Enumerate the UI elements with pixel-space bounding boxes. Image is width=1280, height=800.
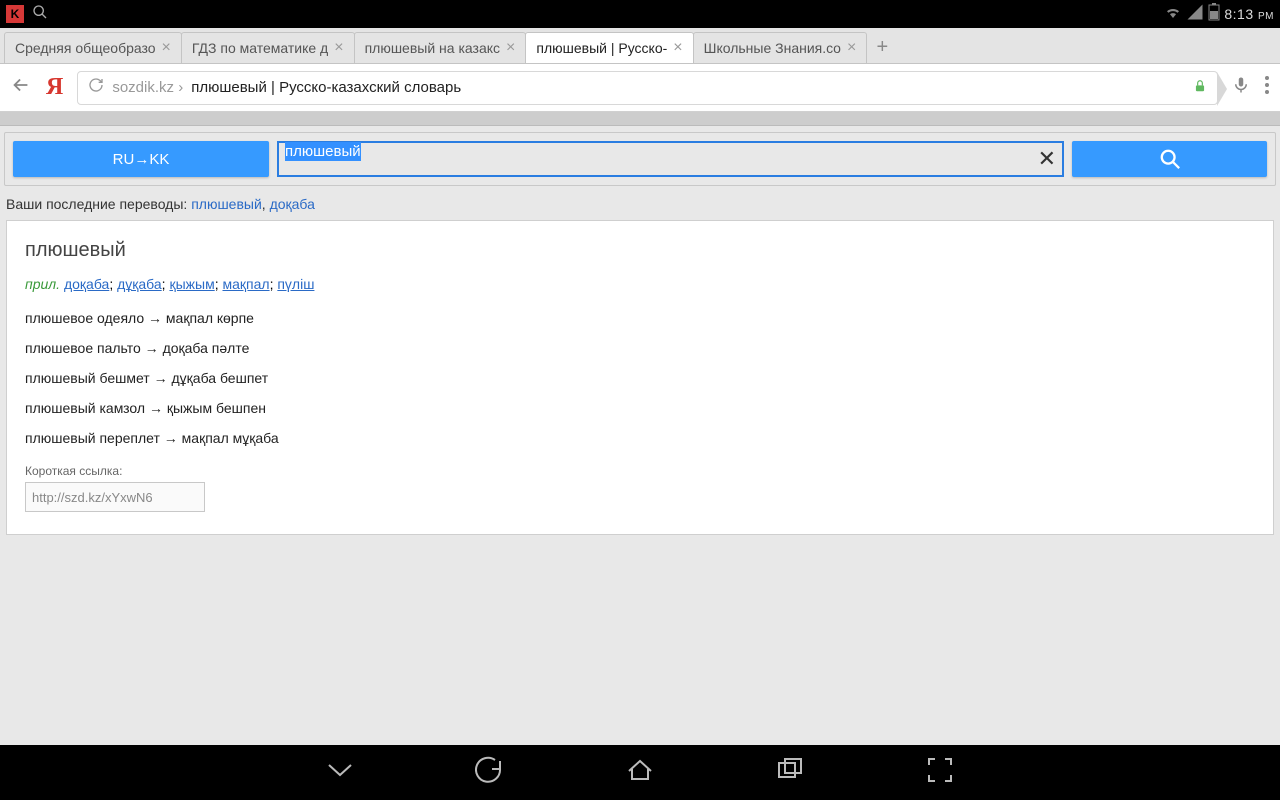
shortlink-label: Короткая ссылка: bbox=[25, 464, 1255, 478]
recent-link[interactable]: плюшевый bbox=[191, 196, 262, 212]
browser-tab[interactable]: ГДЗ по математике д × bbox=[181, 32, 355, 63]
examples-list: плюшевое одеяло → мақпал көрпе плюшевое п… bbox=[25, 310, 1255, 446]
reload-icon[interactable] bbox=[88, 77, 104, 98]
url-host: sozdik.kz › bbox=[112, 79, 183, 96]
translation-link[interactable]: дұқаба bbox=[117, 276, 162, 292]
tab-label: плюшевый | Русско- bbox=[536, 40, 667, 56]
browser-tab[interactable]: плюшевый на казакс × bbox=[354, 32, 527, 63]
term-input-wrap: плюшевый ✕ bbox=[277, 141, 1064, 177]
example-item: плюшевый камзол → қыжым бешпен bbox=[25, 400, 1255, 416]
lang-direction-button[interactable]: RU→KK bbox=[13, 141, 269, 177]
translation-link[interactable]: пүліш bbox=[277, 276, 314, 292]
clear-input-icon[interactable]: ✕ bbox=[1038, 146, 1056, 172]
close-icon[interactable]: × bbox=[506, 39, 515, 57]
nav-hide-keyboard-icon[interactable] bbox=[325, 755, 355, 790]
browser-toolbar: Я sozdik.kz › плюшевый | Русско-казахски… bbox=[0, 64, 1280, 112]
recent-prefix: Ваши последние переводы: bbox=[6, 196, 191, 212]
browser-tab[interactable]: плюшевый | Русско- × bbox=[525, 32, 693, 63]
recent-link[interactable]: доқаба bbox=[270, 196, 315, 212]
example-item: плюшевый переплет → мақпал мұқаба bbox=[25, 430, 1255, 446]
tab-label: плюшевый на казакс bbox=[365, 40, 500, 56]
tab-label: ГДЗ по математике д bbox=[192, 40, 328, 56]
nav-home-icon[interactable] bbox=[625, 755, 655, 790]
mic-icon[interactable] bbox=[1232, 74, 1250, 102]
translation-link[interactable]: доқаба bbox=[64, 276, 109, 292]
term-input[interactable]: плюшевый bbox=[277, 141, 1064, 177]
back-button[interactable] bbox=[10, 74, 32, 102]
signal-icon bbox=[1186, 3, 1204, 26]
page-header-strip bbox=[0, 112, 1280, 126]
status-time: 8:13 PM bbox=[1224, 6, 1274, 22]
menu-icon[interactable] bbox=[1264, 75, 1270, 101]
close-icon[interactable]: × bbox=[847, 39, 856, 57]
part-of-speech: прил. bbox=[25, 276, 60, 292]
lock-icon bbox=[1193, 79, 1207, 97]
nav-screenshot-icon[interactable] bbox=[925, 755, 955, 790]
example-item: плюшевое одеяло → мақпал көрпе bbox=[25, 310, 1255, 326]
tab-label: Средняя общеобразо bbox=[15, 40, 156, 56]
translations-line: прил. доқаба; дұқаба; қыжым; мақпал; пүл… bbox=[25, 276, 1255, 292]
translation-link[interactable]: мақпал bbox=[222, 276, 269, 292]
tab-label: Школьные Знания.co bbox=[704, 40, 841, 56]
new-tab-button[interactable]: + bbox=[866, 32, 898, 63]
wifi-icon bbox=[1164, 3, 1182, 26]
shortlink-input[interactable] bbox=[25, 482, 205, 512]
url-field[interactable]: sozdik.kz › плюшевый | Русско-казахский … bbox=[77, 71, 1218, 105]
translation-link[interactable]: қыжым bbox=[169, 276, 214, 292]
dictionary-search-panel: RU→KK плюшевый ✕ bbox=[4, 132, 1276, 186]
nav-back-icon[interactable] bbox=[475, 755, 505, 790]
entry-card: плюшевый прил. доқаба; дұқаба; қыжым; ма… bbox=[6, 220, 1274, 535]
kaspersky-icon: K bbox=[6, 5, 24, 23]
battery-icon bbox=[1208, 3, 1220, 26]
nav-recent-icon[interactable] bbox=[775, 755, 805, 790]
android-nav-bar bbox=[0, 745, 1280, 800]
yandex-logo[interactable]: Я bbox=[46, 74, 63, 101]
example-item: плюшевое пальто → доқаба пәлте bbox=[25, 340, 1255, 356]
search-icon bbox=[1159, 148, 1181, 170]
recent-translations: Ваши последние переводы: плюшевый, доқаб… bbox=[0, 186, 1280, 220]
close-icon[interactable]: × bbox=[334, 39, 343, 57]
browser-tab[interactable]: Средняя общеобразо × bbox=[4, 32, 182, 63]
close-icon[interactable]: × bbox=[673, 39, 682, 57]
search-icon bbox=[32, 4, 48, 25]
android-status-bar: K 8:13 PM bbox=[0, 0, 1280, 28]
close-icon[interactable]: × bbox=[162, 39, 171, 57]
search-button[interactable] bbox=[1072, 141, 1267, 177]
headword: плюшевый bbox=[25, 239, 1255, 262]
url-title: плюшевый | Русско-казахский словарь bbox=[191, 79, 461, 96]
example-item: плюшевый бешмет → дұқаба бешпет bbox=[25, 370, 1255, 386]
browser-tabs: Средняя общеобразо×ГДЗ по математике д×п… bbox=[0, 28, 1280, 64]
browser-tab[interactable]: Школьные Знания.co × bbox=[693, 32, 868, 63]
page-content: RU→KK плюшевый ✕ Ваши последние переводы… bbox=[0, 112, 1280, 745]
